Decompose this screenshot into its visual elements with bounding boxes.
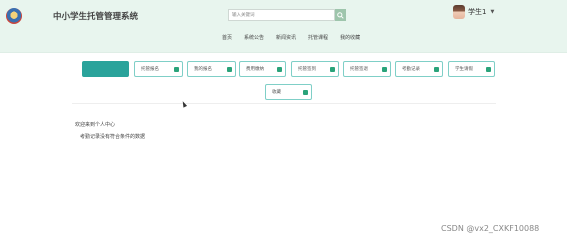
- divider: [72, 103, 496, 104]
- bag-icon: [330, 67, 335, 72]
- nav-home[interactable]: 首页: [222, 34, 232, 41]
- chevron-down-icon: ▼: [490, 9, 495, 15]
- user-menu[interactable]: 学生1 ▼: [468, 7, 494, 17]
- bag-icon: [382, 67, 387, 72]
- tile-enroll[interactable]: 托管报名: [134, 61, 183, 77]
- bag-icon: [486, 67, 491, 72]
- main-nav: 首页 系统公告 新闻资讯 托管课程 我的收藏: [222, 34, 360, 41]
- nav-favorites[interactable]: 我的收藏: [340, 34, 360, 41]
- site-title: 中小学生托管管理系统: [53, 12, 139, 22]
- mouse-cursor-icon: [180, 100, 188, 108]
- site-logo: [6, 8, 22, 24]
- search-icon: [337, 11, 344, 19]
- search-button[interactable]: [335, 9, 346, 21]
- nav-courses[interactable]: 托管课程: [308, 34, 328, 41]
- username-label: 学生1: [468, 8, 487, 16]
- tile-label: 费用缴纳: [246, 67, 264, 72]
- tile-label: 托管报名: [141, 67, 159, 72]
- tile-attendance[interactable]: 考勤记录: [395, 61, 443, 77]
- bag-icon: [434, 67, 439, 72]
- bag-icon: [303, 90, 308, 95]
- welcome-text: 欢迎来到个人中心: [75, 122, 116, 128]
- bag-icon: [277, 67, 282, 72]
- tile-check-out[interactable]: 托管签退: [343, 61, 391, 77]
- watermark: CSDN @vx2_CXKF10088: [441, 224, 540, 233]
- tile-label: 收藏: [272, 90, 281, 95]
- search-input[interactable]: [228, 9, 335, 21]
- tile-label: 我的报名: [194, 67, 212, 72]
- tile-label: 托管签到: [298, 67, 316, 72]
- search-bar: [228, 9, 346, 21]
- tile-check-in[interactable]: 托管签到: [291, 61, 339, 77]
- nav-announcements[interactable]: 系统公告: [244, 34, 264, 41]
- empty-state-text: 考勤记录没有符合条件的数据: [80, 134, 146, 140]
- avatar[interactable]: [453, 5, 465, 19]
- tile-personal-center[interactable]: [82, 61, 129, 77]
- tile-label: 学生请假: [455, 67, 473, 72]
- tile-label: 考勤记录: [402, 67, 420, 72]
- bag-icon: [174, 67, 179, 72]
- tile-fee-payment[interactable]: 费用缴纳: [239, 61, 286, 77]
- tile-leave-request[interactable]: 学生请假: [448, 61, 495, 77]
- tile-favorites[interactable]: 收藏: [265, 84, 312, 100]
- tile-my-enrollment[interactable]: 我的报名: [187, 61, 236, 77]
- header: 中小学生托管管理系统 学生1 ▼ 首页 系统公告 新闻资讯 托管课程 我的收藏: [0, 0, 567, 53]
- tile-label: 托管签退: [350, 67, 368, 72]
- nav-news[interactable]: 新闻资讯: [276, 34, 296, 41]
- bag-icon: [227, 67, 232, 72]
